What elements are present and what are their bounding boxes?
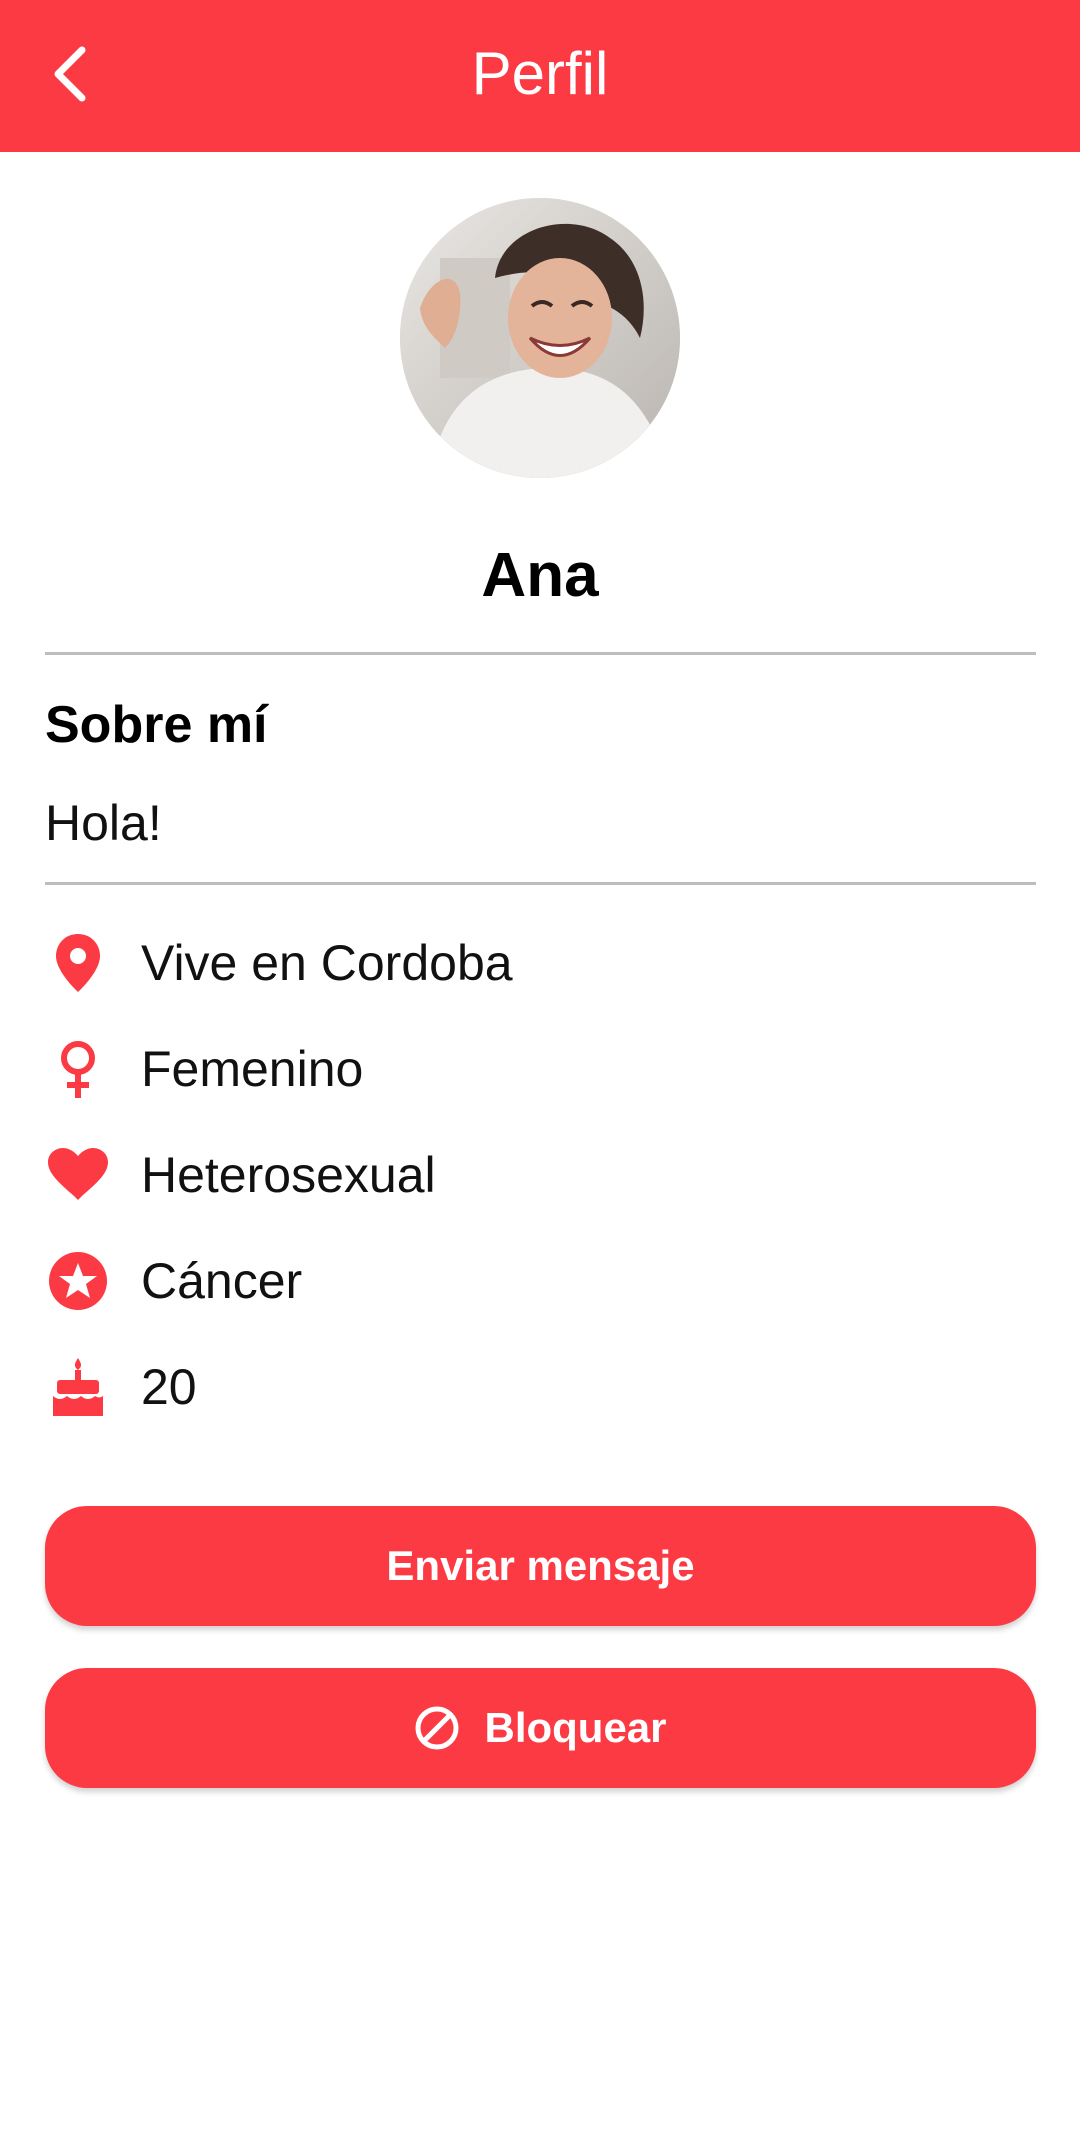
female-symbol-icon <box>45 1036 111 1102</box>
block-label: Bloquear <box>484 1704 667 1751</box>
birthday-cake-icon <box>45 1354 111 1420</box>
star-circle-icon <box>45 1248 111 1314</box>
avatar[interactable] <box>400 198 680 478</box>
detail-orientation: Heterosexual <box>45 1135 1035 1215</box>
block-button[interactable]: Bloquear <box>45 1668 1036 1788</box>
back-button[interactable] <box>30 36 110 116</box>
app-bar: Perfil <box>0 0 1080 152</box>
detail-text: Vive en Cordoba <box>141 935 513 991</box>
profile-photo <box>400 198 680 478</box>
detail-age: 20 <box>45 1347 1035 1427</box>
detail-text: 20 <box>141 1359 197 1415</box>
detail-zodiac: Cáncer <box>45 1241 1035 1321</box>
divider <box>45 652 1036 655</box>
detail-text: Cáncer <box>141 1253 303 1309</box>
heart-icon <box>45 1142 111 1208</box>
block-icon <box>414 1705 460 1751</box>
detail-text: Heterosexual <box>141 1147 436 1203</box>
about-title: Sobre mí <box>45 696 268 754</box>
about-text: Hola! <box>45 795 162 851</box>
detail-gender: Femenino <box>45 1029 1035 1109</box>
detail-location: Vive en Cordoba <box>45 923 1035 1003</box>
send-message-button[interactable]: Enviar mensaje <box>45 1506 1036 1626</box>
send-message-label: Enviar mensaje <box>386 1542 695 1589</box>
divider <box>45 882 1036 885</box>
location-pin-icon <box>45 930 111 996</box>
chevron-left-icon <box>48 44 92 109</box>
profile-name: Ana <box>481 541 599 610</box>
page-title: Perfil <box>471 40 609 107</box>
detail-text: Femenino <box>141 1041 364 1097</box>
